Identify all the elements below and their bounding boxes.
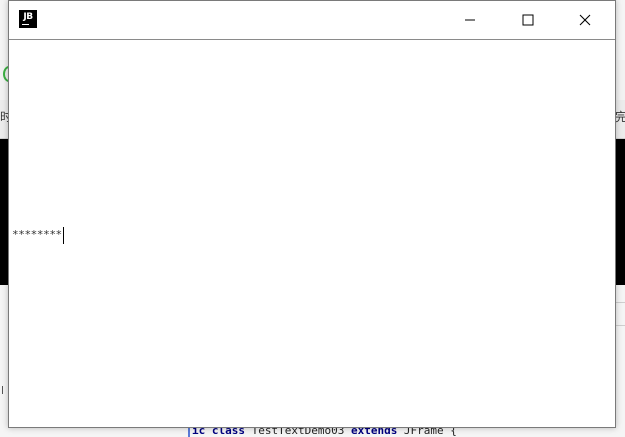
gutter-marker bbox=[2, 386, 3, 394]
title-bar[interactable]: JB bbox=[9, 1, 615, 40]
background-right-text: 完 bbox=[615, 110, 625, 124]
close-button[interactable] bbox=[562, 1, 608, 39]
minimize-button[interactable] bbox=[447, 1, 493, 39]
jetbrains-app-icon: JB bbox=[19, 10, 37, 28]
divider bbox=[615, 325, 625, 326]
maximize-button[interactable] bbox=[505, 1, 551, 39]
divider bbox=[615, 302, 625, 303]
minimize-icon bbox=[465, 19, 475, 21]
text-caret bbox=[62, 226, 64, 244]
maximize-icon bbox=[522, 14, 534, 26]
password-field[interactable]: ******** bbox=[12, 226, 64, 244]
close-icon bbox=[579, 14, 591, 26]
swing-window: JB ******** bbox=[8, 0, 616, 428]
password-masked-value: ******** bbox=[12, 228, 62, 241]
content-pane: ******** bbox=[9, 40, 615, 427]
